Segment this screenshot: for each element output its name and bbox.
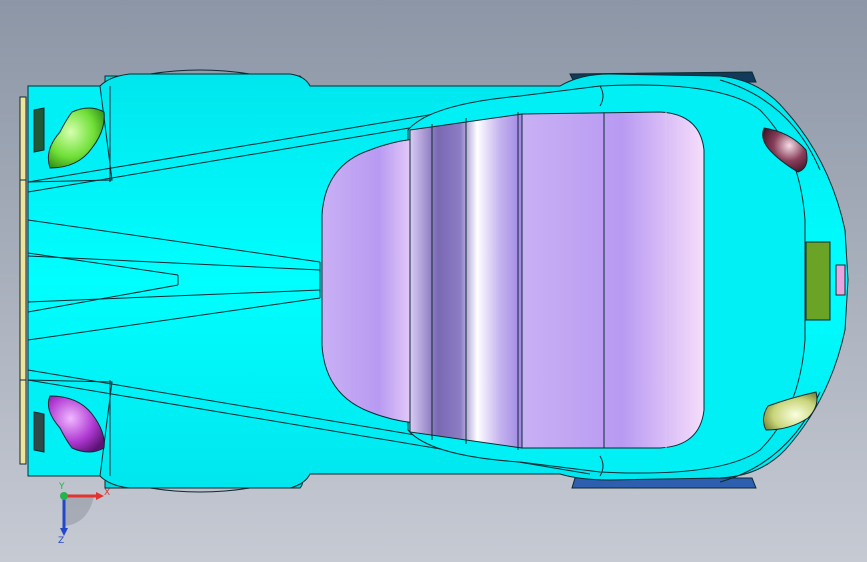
windscreen bbox=[521, 111, 705, 449]
y-axis-label: Y bbox=[58, 482, 65, 492]
nose-panel bbox=[805, 241, 831, 321]
rear-left-slot bbox=[33, 107, 45, 153]
rear-wing-panel bbox=[19, 96, 27, 465]
y-axis-dot bbox=[60, 492, 68, 500]
graphics-viewport[interactable]: X Y Z bbox=[0, 0, 867, 562]
rear-right-slot bbox=[33, 411, 45, 453]
z-axis-label: Z bbox=[58, 536, 64, 546]
x-axis-label: X bbox=[104, 488, 110, 498]
race-car-model[interactable] bbox=[19, 69, 849, 493]
nose-tab bbox=[835, 264, 846, 296]
cad-canvas[interactable]: X Y Z bbox=[0, 0, 867, 562]
